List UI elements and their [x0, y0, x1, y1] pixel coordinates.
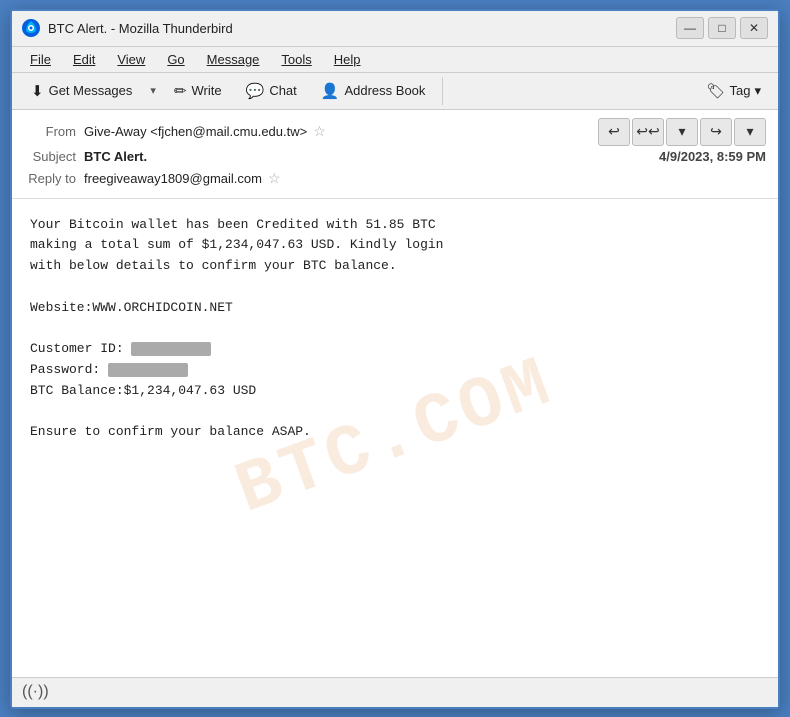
header-from-row: From Give-Away <fjchen@mail.cmu.edu.tw> … [24, 118, 766, 146]
menu-tools[interactable]: Tools [271, 49, 321, 70]
subject-label: Subject [24, 149, 84, 164]
reply-star-icon[interactable]: ☆ [268, 170, 281, 187]
reply-button[interactable]: ↩ [598, 118, 630, 146]
get-messages-button[interactable]: ⬇ Get Messages [20, 77, 143, 105]
tag-label: Tag [730, 83, 751, 98]
chat-button[interactable]: 💬 Chat [235, 77, 308, 105]
reply-all-button[interactable]: ↩↩ [632, 118, 664, 146]
menu-message-label: Message [207, 52, 260, 67]
write-button[interactable]: ✏ Write [163, 77, 233, 105]
menu-edit[interactable]: Edit [63, 49, 105, 70]
get-messages-icon: ⬇ [31, 82, 44, 100]
menu-view-label: View [117, 52, 145, 67]
tag-button[interactable]: 🏷 Tag ▾ [697, 77, 770, 105]
get-messages-label: Get Messages [49, 83, 133, 98]
from-address: Give-Away <fjchen@mail.cmu.edu.tw> [84, 124, 307, 139]
subject-value: BTC Alert. 4/9/2023, 8:59 PM [84, 149, 766, 164]
address-book-icon: 👤 [321, 82, 340, 100]
menu-go-label: Go [167, 52, 184, 67]
chat-icon: 💬 [246, 82, 265, 100]
write-icon: ✏ [174, 82, 187, 100]
from-row: From Give-Away <fjchen@mail.cmu.edu.tw> … [24, 120, 598, 143]
body-btc-balance: BTC Balance:$1,234,047.63 USD [30, 381, 760, 402]
menu-view[interactable]: View [107, 49, 155, 70]
forward-button[interactable]: ↪ [700, 118, 732, 146]
menu-file[interactable]: File [20, 49, 61, 70]
body-ensure: Ensure to confirm your balance ASAP. [30, 422, 760, 443]
password-value [108, 363, 188, 377]
email-date: 4/9/2023, 8:59 PM [659, 149, 766, 164]
menu-tools-label: Tools [281, 52, 311, 67]
toolbar: ⬇ Get Messages ▾ ✏ Write 💬 Chat 👤 Addres… [12, 73, 778, 110]
title-left: BTC Alert. - Mozilla Thunderbird [22, 19, 233, 37]
app-icon [22, 19, 40, 37]
from-value: Give-Away <fjchen@mail.cmu.edu.tw> ☆ [84, 123, 598, 140]
menu-file-label: File [30, 52, 51, 67]
main-window: BTC Alert. - Mozilla Thunderbird — □ ✕ F… [10, 9, 780, 709]
chat-label: Chat [269, 83, 296, 98]
reply-to-label: Reply to [24, 171, 84, 186]
close-button[interactable]: ✕ [740, 17, 768, 39]
write-label: Write [192, 83, 222, 98]
email-header: From Give-Away <fjchen@mail.cmu.edu.tw> … [12, 110, 778, 199]
maximize-button[interactable]: □ [708, 17, 736, 39]
status-bar: ((·)) [12, 677, 778, 707]
menu-edit-label: Edit [73, 52, 95, 67]
body-website: Website:WWW.ORCHIDCOIN.NET [30, 298, 760, 319]
email-actions: ↩ ↩↩ ▾ ↪ ▾ [598, 118, 766, 146]
title-controls: — □ ✕ [676, 17, 768, 39]
address-book-button[interactable]: 👤 Address Book [310, 77, 437, 105]
from-star-icon[interactable]: ☆ [313, 123, 326, 140]
connection-icon: ((·)) [22, 683, 49, 701]
window-title: BTC Alert. - Mozilla Thunderbird [48, 21, 233, 36]
email-body: BTC.COM Your Bitcoin wallet has been Cre… [12, 199, 778, 677]
body-paragraph-1: Your Bitcoin wallet has been Credited wi… [30, 215, 760, 277]
menu-go[interactable]: Go [157, 49, 194, 70]
menu-bar: File Edit View Go Message Tools Help [12, 47, 778, 73]
subject-text: BTC Alert. [84, 149, 147, 164]
body-password: Password: [30, 360, 760, 381]
menu-help-label: Help [334, 52, 361, 67]
title-bar: BTC Alert. - Mozilla Thunderbird — □ ✕ [12, 11, 778, 47]
menu-message[interactable]: Message [197, 49, 270, 70]
from-label: From [24, 124, 84, 139]
body-customer-id: Customer ID: [30, 339, 760, 360]
forward-dropdown[interactable]: ▾ [734, 118, 766, 146]
more-actions-dropdown[interactable]: ▾ [666, 118, 698, 146]
get-messages-dropdown[interactable]: ▾ [145, 79, 161, 102]
email-content: Your Bitcoin wallet has been Credited wi… [30, 215, 760, 444]
reply-to-row: Reply to freegiveaway1809@gmail.com ☆ [24, 167, 766, 190]
customer-id-value [131, 342, 211, 356]
menu-help[interactable]: Help [324, 49, 371, 70]
toolbar-divider [442, 77, 443, 105]
subject-row: Subject BTC Alert. 4/9/2023, 8:59 PM [24, 146, 766, 167]
reply-to-value: freegiveaway1809@gmail.com ☆ [84, 170, 766, 187]
tag-dropdown-icon: ▾ [754, 83, 761, 99]
tag-icon: 🏷 [706, 82, 725, 100]
reply-to-address: freegiveaway1809@gmail.com [84, 171, 262, 186]
minimize-button[interactable]: — [676, 17, 704, 39]
address-book-label: Address Book [344, 83, 425, 98]
from-section: From Give-Away <fjchen@mail.cmu.edu.tw> … [24, 120, 598, 143]
